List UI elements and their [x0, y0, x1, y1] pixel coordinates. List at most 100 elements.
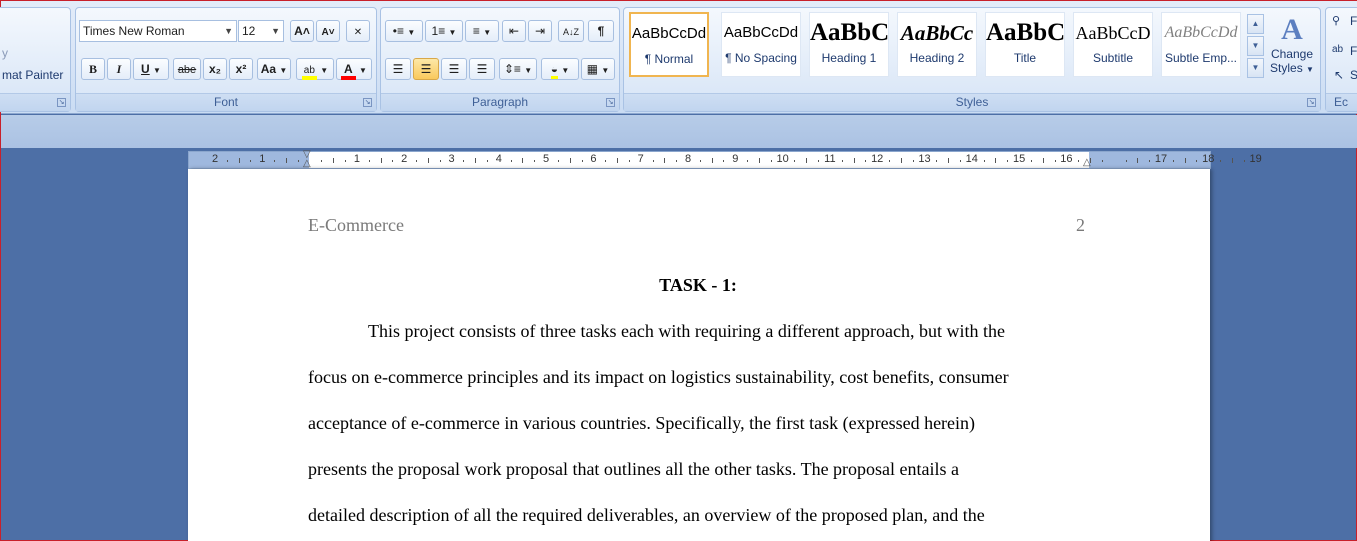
style-preview: AaBbCcD [1075, 23, 1151, 43]
style-heading-1[interactable]: AaBbC Heading 1 [809, 12, 889, 77]
align-right-button[interactable]: ☰ [441, 58, 467, 80]
ruler-tick [605, 160, 607, 162]
style-title[interactable]: AaBbC Title [985, 12, 1065, 77]
subscript-button[interactable]: x₂ [203, 58, 227, 80]
italic-button[interactable]: I [107, 58, 131, 80]
increase-indent-button[interactable]: ⇥ [528, 20, 552, 42]
replace-icon[interactable]: ab [1332, 44, 1343, 55]
ruler-tick [853, 158, 855, 163]
style-caption: Heading 1 [821, 51, 877, 65]
sort-icon: A↓Z [562, 27, 579, 37]
left-indent-marker[interactable]: △ [303, 158, 311, 169]
style-normal[interactable]: AaBbCcDd ¶ Normal [629, 12, 709, 77]
clipboard-partial-label: y [2, 46, 8, 60]
chevron-down-icon: ▼ [524, 66, 533, 75]
justify-button[interactable]: ☰ [469, 58, 495, 80]
ruler-number: 19 [1249, 153, 1262, 165]
bold-icon: B [88, 62, 97, 76]
styles-launcher-icon[interactable]: ↘ [1307, 98, 1316, 107]
ruler-tick [297, 160, 299, 162]
ruler-tick [652, 160, 654, 162]
ruler-number: 14 [965, 153, 978, 165]
show-marks-button[interactable]: ¶ [588, 20, 614, 42]
document-page[interactable]: E-Commerce 2 TASK - 1: This project cons… [188, 169, 1210, 541]
chevron-down-icon: ▼ [320, 66, 329, 75]
paragraph-group-label: Paragraph [381, 93, 619, 111]
shrink-font-icon: A˅ [321, 27, 335, 38]
font-name-select[interactable]: Times New Roman ▼ [79, 20, 237, 42]
style-subtitle[interactable]: AaBbCcD Subtitle [1073, 12, 1153, 77]
font-launcher-icon[interactable]: ↘ [363, 98, 372, 107]
styles-scroll-up-button[interactable]: ▲ [1247, 14, 1264, 34]
style-caption: ¶ Normal [644, 52, 694, 66]
paint-bucket-icon: ◒ [550, 62, 558, 79]
chevron-down-icon: ▼ [359, 66, 367, 75]
body-text-line: detailed description of all the required… [308, 505, 985, 525]
ruler-number: 3 [448, 153, 455, 165]
grow-font-button[interactable]: A˄ [290, 20, 314, 42]
ruler-tick [368, 160, 370, 162]
chevron-down-icon: ▼ [407, 28, 416, 37]
align-center-icon: ☰ [420, 62, 432, 76]
bullets-button[interactable]: •≡ ▼ [385, 20, 423, 42]
horizontal-ruler[interactable]: 2 1 1 2 3 4 5 6 7 8 9 10 11 12 13 14 15 16 17 18 19 ▽ △ △ [188, 149, 1262, 169]
replace-label[interactable]: F [1350, 44, 1357, 58]
highlight-icon: ab [301, 65, 317, 80]
decrease-indent-button[interactable]: ⇤ [502, 20, 526, 42]
ruler-tick [936, 160, 938, 162]
font-color-button[interactable]: A ▼ [336, 58, 372, 80]
select-icon[interactable]: ↖ [1334, 68, 1344, 82]
ruler-tick [889, 160, 891, 162]
shrink-font-button[interactable]: A˅ [316, 20, 340, 42]
ruler-number: 11 [824, 153, 836, 165]
body-text-line: This project consists of three tasks eac… [368, 321, 1005, 341]
superscript-button[interactable]: x² [229, 58, 253, 80]
select-label[interactable]: S [1350, 68, 1357, 82]
find-icon[interactable]: ⚲ [1332, 14, 1340, 27]
align-center-button[interactable]: ☰ [413, 58, 439, 80]
font-size-select[interactable]: 12 ▼ [238, 20, 284, 42]
ruler-number: 15 [1012, 153, 1026, 165]
bold-button[interactable]: B [81, 58, 105, 80]
ruler-tick [427, 158, 429, 163]
ruler-number: 9 [732, 153, 739, 165]
clipboard-group: y mat Painter ↘ [0, 7, 71, 112]
find-label[interactable]: F [1350, 14, 1357, 28]
ruler-tick [747, 160, 749, 162]
align-left-button[interactable]: ☰ [385, 58, 411, 80]
right-indent-marker[interactable]: △ [1083, 157, 1091, 168]
style-caption: Title [1013, 51, 1037, 65]
paragraph-launcher-icon[interactable]: ↘ [606, 98, 615, 107]
numbering-button[interactable]: 1≡ ▼ [425, 20, 463, 42]
highlight-button[interactable]: ab ▼ [296, 58, 334, 80]
underline-button[interactable]: U ▼ [133, 58, 169, 80]
styles-more-button[interactable]: ▼ [1247, 58, 1264, 78]
ruler-tick [806, 158, 808, 163]
superscript-icon: x² [235, 62, 247, 76]
format-painter-button[interactable]: mat Painter [2, 68, 63, 82]
ruler-tick [285, 158, 287, 163]
clear-formatting-button[interactable]: ✕ [346, 20, 370, 42]
style-caption: Subtle Emp... [1164, 51, 1238, 65]
change-styles-button[interactable]: A Change Styles ▼ [1267, 13, 1317, 93]
change-case-button[interactable]: Aa ▼ [257, 58, 291, 80]
subscript-icon: x₂ [208, 62, 221, 76]
strikethrough-button[interactable]: abe [173, 58, 201, 80]
decrease-indent-icon: ⇤ [508, 24, 520, 38]
style-subtle-emphasis[interactable]: AaBbCcDd Subtle Emp... [1161, 12, 1241, 77]
page-number: 2 [1076, 215, 1085, 235]
ruler-tick [380, 158, 382, 163]
ruler-tick [557, 160, 559, 162]
borders-button[interactable]: ▦ ▼ [581, 58, 615, 80]
styles-scroll-down-button[interactable]: ▼ [1247, 36, 1264, 56]
ruler-tick [274, 160, 276, 162]
line-spacing-button[interactable]: ⇕≡ ▼ [499, 58, 537, 80]
multilevel-list-button[interactable]: ≡ ▼ [465, 20, 499, 42]
body-text-line: presents the proposal work proposal that… [308, 459, 960, 479]
style-no-spacing[interactable]: AaBbCcDd ¶ No Spacing [721, 12, 801, 77]
ruler-tick [983, 160, 985, 162]
clipboard-launcher-icon[interactable]: ↘ [57, 98, 66, 107]
style-heading-2[interactable]: AaBbCc Heading 2 [897, 12, 977, 77]
shading-button[interactable]: ◒ ▼ [541, 58, 579, 80]
sort-button[interactable]: A↓Z [558, 20, 584, 42]
